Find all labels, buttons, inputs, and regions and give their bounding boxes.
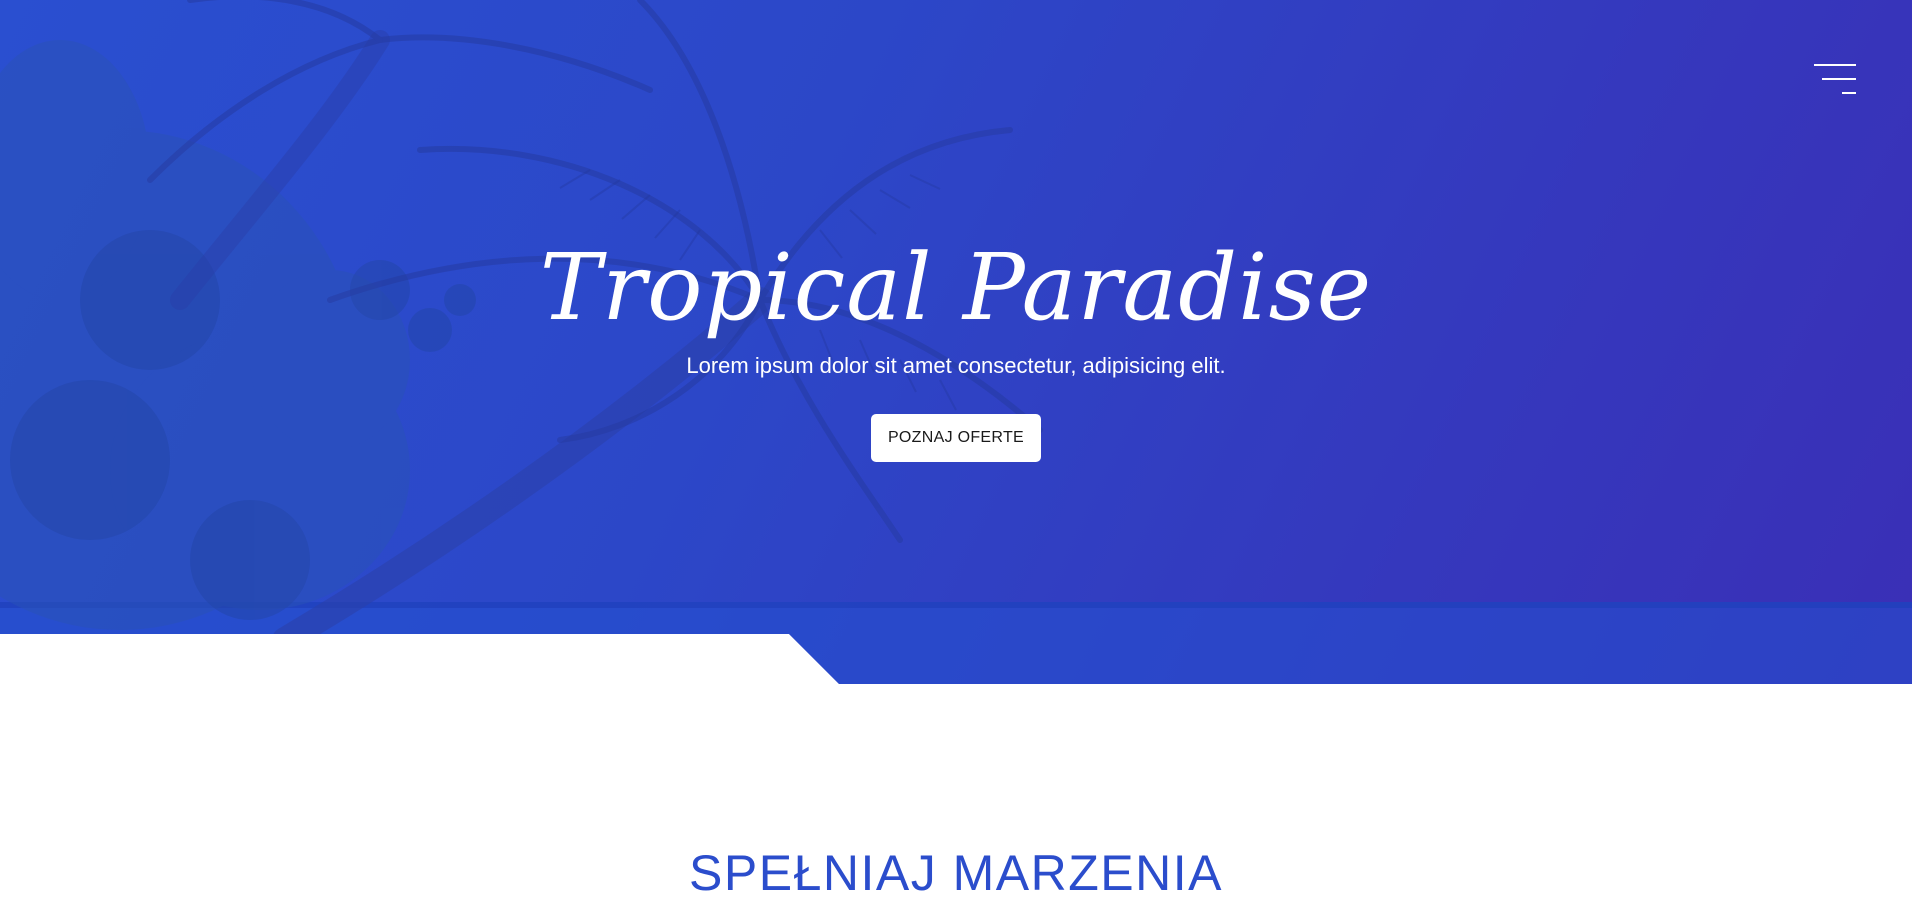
hamburger-menu-icon[interactable] xyxy=(1812,62,1856,98)
poznaj-oferte-button[interactable]: POZNAJ OFERTE xyxy=(871,414,1041,462)
menu-line-bottom xyxy=(1842,92,1856,94)
menu-line-top xyxy=(1814,64,1856,66)
menu-line-middle xyxy=(1822,78,1856,80)
section-title: SPEŁNIAJ MARZENIA xyxy=(689,845,1223,901)
hero-content: Tropical Paradise Lorem ipsum dolor sit … xyxy=(0,228,1912,462)
page: Tropical Paradise Lorem ipsum dolor sit … xyxy=(0,0,1912,907)
hero-title: Tropical Paradise xyxy=(539,234,1373,341)
hero-subtitle: Lorem ipsum dolor sit amet consectetur, … xyxy=(686,353,1226,378)
hero-section: Tropical Paradise Lorem ipsum dolor sit … xyxy=(0,0,1912,684)
